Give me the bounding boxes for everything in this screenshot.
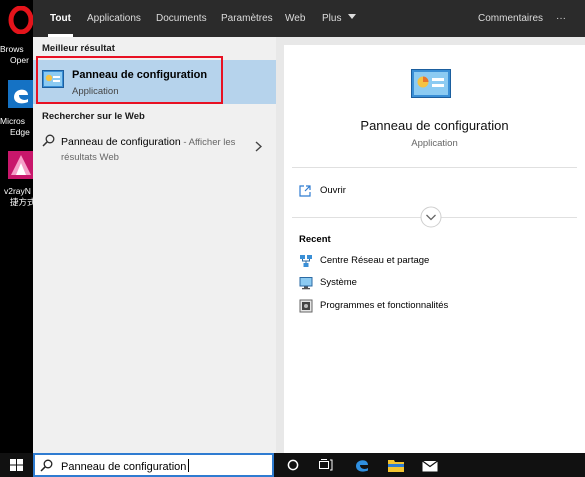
recent-item-label: Centre Réseau et partage: [320, 255, 430, 266]
search-value-text: Panneau de configuration: [61, 461, 187, 473]
web-search-text: Panneau de configuration - Afficher les …: [61, 135, 241, 165]
best-match-subtitle: Application: [72, 86, 119, 97]
programs-icon: [299, 299, 313, 313]
desktop-shortcut-label: Oper: [10, 55, 29, 65]
taskbar-search-input[interactable]: Panneau de configuration: [33, 453, 274, 477]
desktop-shortcut-opera[interactable]: Brows Oper: [0, 0, 33, 70]
opera-icon: [8, 6, 33, 34]
edge-icon: [356, 460, 368, 472]
tab-applications[interactable]: Applications: [87, 0, 141, 37]
desktop-shortcut-v2rayn[interactable]: v2rayN 捷方式: [0, 148, 33, 213]
taskbar-edge-button[interactable]: [348, 453, 376, 477]
tab-web[interactable]: Web: [285, 0, 305, 37]
tab-all[interactable]: Tout: [48, 0, 73, 37]
tab-more[interactable]: Plus: [322, 0, 357, 37]
store-icon: [422, 460, 438, 472]
web-search-query: Panneau de configuration: [61, 136, 181, 148]
feedback-link[interactable]: Commentaires: [478, 0, 543, 37]
chevron-down-icon: [348, 14, 357, 19]
web-search-heading: Rechercher sur le Web: [42, 111, 145, 122]
v2rayn-icon: [8, 151, 33, 179]
recent-item-label: Système: [320, 277, 357, 288]
best-match-heading: Meilleur résultat: [42, 43, 115, 54]
desktop-shortcut-label: v2rayN: [4, 186, 31, 196]
desktop: Brows Oper Micros Edge v2rayN 捷方式: [0, 0, 33, 453]
start-button[interactable]: [0, 453, 33, 477]
desktop-shortcut-edge[interactable]: Micros Edge: [0, 75, 33, 145]
recent-item-label: Programmes et fonctionnalités: [320, 300, 449, 311]
taskbar-store-button[interactable]: [416, 453, 444, 477]
taskbar: Panneau de configuration: [0, 453, 585, 477]
expand-button[interactable]: [420, 206, 442, 228]
open-label: Ouvrir: [320, 185, 346, 196]
network-icon: [300, 255, 312, 267]
cortana-button[interactable]: [279, 453, 307, 477]
recent-item[interactable]: Système: [299, 276, 379, 292]
chevron-right-icon[interactable]: [255, 141, 262, 152]
desktop-shortcut-label: Micros: [0, 116, 26, 126]
search-icon: [40, 459, 53, 472]
search-scope-bar: Tout Applications Documents Paramètres W…: [33, 0, 585, 37]
recent-heading: Recent: [299, 234, 331, 245]
preview-title: Panneau de configuration: [360, 118, 509, 133]
windows-logo-icon: [10, 459, 23, 471]
taskbar-file-explorer-button[interactable]: [382, 453, 410, 477]
tab-settings[interactable]: Paramètres: [221, 0, 273, 37]
text-cursor: [188, 459, 190, 472]
divider: [292, 167, 577, 168]
desktop-shortcut-label: Brows: [0, 44, 24, 54]
cortana-icon: [287, 459, 299, 471]
control-panel-large-icon: [411, 69, 451, 98]
recent-item[interactable]: Centre Réseau et partage: [299, 254, 439, 270]
desktop-shortcut-label: 捷方式: [10, 197, 33, 207]
web-search-result[interactable]: Panneau de configuration - Afficher les …: [33, 130, 276, 164]
preview-panel: Panneau de configuration Application Ouv…: [284, 45, 585, 453]
folder-icon: [388, 460, 404, 472]
search-icon: [42, 134, 55, 147]
tab-documents[interactable]: Documents: [156, 0, 207, 37]
monitor-icon: [299, 277, 313, 290]
desktop-shortcut-label: Edge: [10, 127, 30, 137]
open-action[interactable]: Ouvrir: [299, 184, 419, 200]
best-match-title: Panneau de configuration: [72, 69, 208, 81]
results-panel: Meilleur résultat Panneau de configurati…: [33, 37, 276, 453]
open-icon: [299, 185, 311, 197]
search-value: Panneau de configuration: [61, 459, 190, 473]
task-view-icon: [319, 459, 333, 471]
preview-subtitle: Application: [411, 138, 458, 149]
recent-item[interactable]: Programmes et fonctionnalités: [299, 299, 459, 315]
task-view-button[interactable]: [312, 453, 340, 477]
more-options-button[interactable]: ···: [556, 0, 566, 37]
tab-more-label: Plus: [322, 13, 342, 24]
control-panel-icon: [42, 70, 64, 88]
edge-icon: [8, 80, 33, 108]
